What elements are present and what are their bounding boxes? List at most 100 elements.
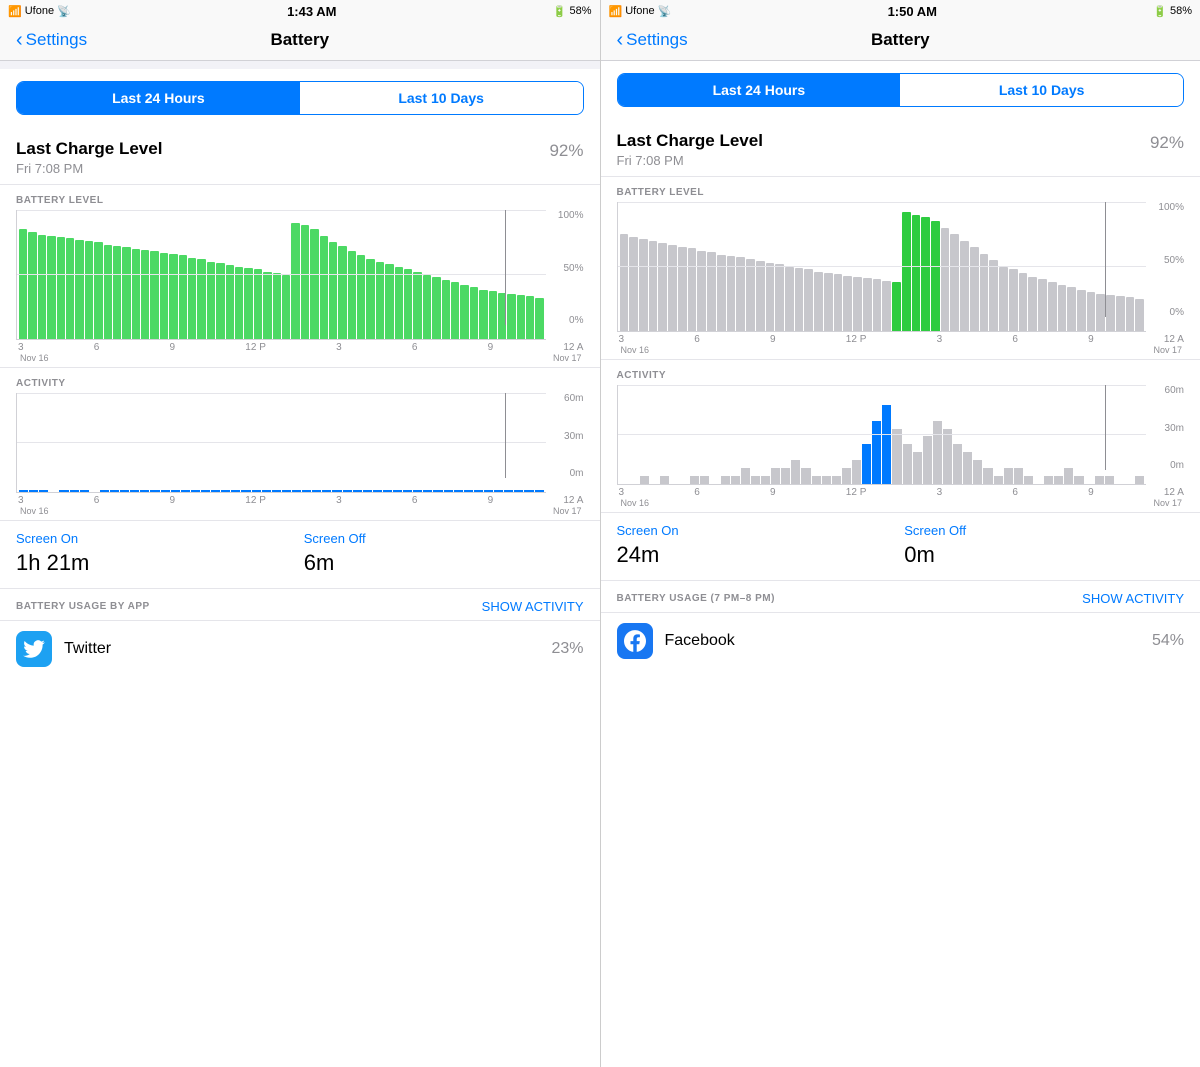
right-battery-bar-17 [785,267,794,332]
left-act-group-12 [140,490,149,492]
right-battery-bar-48 [1087,292,1096,331]
left-on-bar-38 [403,490,412,492]
right-nav-bar: ‹ Settings Battery [601,22,1200,61]
left-act-group-50 [524,490,533,492]
right-act-bar-34 [963,452,972,484]
left-battery-bar-54 [526,296,534,339]
left-act-group-42 [444,490,453,492]
left-on-bar-25 [272,490,281,492]
right-battery-bar-41 [1019,273,1028,331]
left-on-bar-11 [130,490,139,492]
right-battery-bar-8 [697,251,706,331]
left-on-bar-44 [464,490,473,492]
left-show-activity[interactable]: SHOW ACTIVITY [482,599,584,614]
right-grid-50 [618,266,1147,267]
right-battery-bar-19 [804,269,813,331]
right-act-bar-51 [1135,476,1144,484]
left-charge-title: Last Charge Level [16,139,162,159]
left-battery-bar-3 [47,236,55,339]
right-signal-icon: 📶 [609,5,623,18]
left-act-group-43 [454,490,463,492]
left-act-y-30: 30m [564,431,583,442]
right-content: Last 24 Hours Last 10 Days Last Charge L… [601,61,1200,1067]
left-act-grid-100 [17,393,546,394]
left-on-bar-32 [343,490,352,492]
left-battery-x-axis: 3 6 9 12 P 3 6 9 12 A [16,342,584,353]
right-battery-x-axis: 3 6 9 12 P 3 6 9 12 A [617,334,1185,345]
right-activity-x-axis: 3 6 9 12 P 3 6 9 12 A [617,487,1185,498]
left-on-bar-35 [373,490,382,492]
left-act-group-37 [393,490,402,492]
left-act-y-0: 0m [570,468,584,479]
right-act-bar-29 [913,452,922,484]
left-on-bar-51 [535,490,544,492]
left-on-bar-29 [312,490,321,492]
right-app-facebook[interactable]: Facebook 54% [601,612,1200,669]
left-screen-off-label: Screen Off [304,531,584,546]
right-act-bar-37 [994,476,1003,484]
left-y-50: 50% [563,263,583,274]
right-usage-header: BATTERY USAGE (7 PM–8 PM) SHOW ACTIVITY [617,591,1185,606]
left-segment-10d[interactable]: Last 10 Days [300,82,583,114]
left-segment-24h[interactable]: Last 24 Hours [17,82,300,114]
right-battery-bar-39 [999,267,1008,332]
right-battery-bar-20 [814,272,823,331]
left-on-bar-23 [252,490,261,492]
right-carrier: Ufone [625,5,654,17]
left-battery-bar-49 [479,290,487,339]
left-battery-bar-22 [226,265,234,339]
left-app-twitter[interactable]: Twitter 23% [0,620,600,677]
right-screen-on-value: 24m [617,542,897,568]
right-act-bar-7 [690,476,699,484]
left-nav-bar: ‹ Settings Battery [0,22,600,61]
left-act-group-16 [181,490,190,492]
right-act-bar-40 [1024,476,1033,484]
right-act-bar-45 [1074,476,1083,484]
right-activity-bars [617,385,1147,485]
left-battery-chart-label: BATTERY LEVEL [16,195,584,206]
right-back-button[interactable]: ‹ Settings [617,30,688,50]
right-battery-chart-label: BATTERY LEVEL [617,187,1185,198]
left-act-group-10 [120,490,129,492]
left-app-twitter-name: Twitter [64,640,551,658]
left-on-bar-26 [282,490,291,492]
right-y-100: 100% [1158,202,1184,213]
right-battery-bar-13 [746,259,755,331]
left-divider [0,61,600,69]
left-battery-bar-40 [395,267,403,339]
left-act-group-45 [474,490,483,492]
left-battery-pct: 58% [569,5,591,17]
right-act-bar-44 [1064,468,1073,484]
left-battery-bar-47 [460,285,468,339]
left-act-group-11 [130,490,139,492]
right-act-date1: Nov 16 [619,498,650,508]
left-act-group-44 [464,490,473,492]
right-screen-on-label: Screen On [617,523,897,538]
left-battery-bar-24 [244,268,252,339]
left-on-bar-30 [322,490,331,492]
right-act-bar-27 [892,429,901,484]
right-battery-bar-50 [1106,295,1115,331]
right-act-bar-10 [721,476,730,484]
left-back-button[interactable]: ‹ Settings [16,30,87,50]
right-battery-bar-33 [941,228,950,331]
left-act-date2: Nov 17 [551,506,582,516]
right-show-activity[interactable]: SHOW ACTIVITY [1082,591,1184,606]
left-act-group-40 [423,490,432,492]
left-act-group-18 [201,490,210,492]
right-segment-10d[interactable]: Last 10 Days [900,74,1183,106]
right-act-bar-21 [832,476,841,484]
right-app-facebook-icon [617,623,653,659]
right-battery-bar-26 [873,279,882,331]
right-battery-bar-5 [668,245,677,331]
left-act-group-46 [484,490,493,492]
right-battery-bar-1 [629,237,638,331]
right-y-0: 0% [1170,307,1184,318]
left-on-bar-15 [171,490,180,492]
left-battery-bar-46 [451,282,459,339]
right-segment-24h[interactable]: Last 24 Hours [618,74,901,106]
right-status-bar: 📶 Ufone 📡 1:50 AM 🔋 58% [601,0,1200,22]
right-act-bar-17 [791,460,800,484]
left-on-bar-24 [262,490,271,492]
right-act-current-line [1105,385,1106,470]
